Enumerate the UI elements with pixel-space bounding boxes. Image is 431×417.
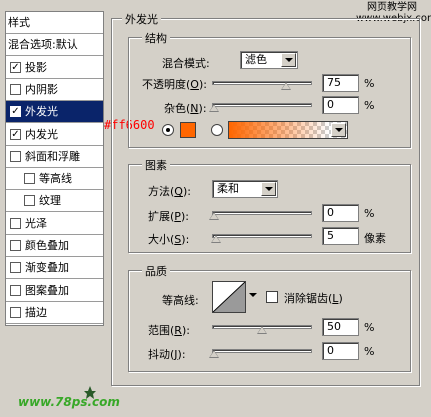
style-list-item-label: 图案叠加: [25, 283, 69, 297]
antialias-checkbox[interactable]: [266, 291, 278, 303]
style-list-item[interactable]: 渐变叠加: [6, 257, 103, 280]
style-list-item-label: 描边: [25, 305, 47, 319]
opacity-slider-track[interactable]: [212, 81, 312, 85]
style-list-item[interactable]: ✓ 投影: [6, 57, 103, 79]
opacity-slider-thumb[interactable]: [281, 82, 291, 90]
style-list-item-label: 纹理: [39, 194, 61, 208]
style-checkbox[interactable]: [24, 195, 35, 207]
jitter-label: 抖动(J):: [148, 348, 186, 361]
style-checkbox[interactable]: [10, 284, 21, 296]
style-list-item-label: 渐变叠加: [25, 261, 69, 275]
style-list-header: 样式: [6, 12, 103, 34]
style-list-item-label: 颜色叠加: [25, 239, 69, 252]
range-slider-thumb[interactable]: [257, 326, 267, 334]
spread-slider-track[interactable]: [212, 211, 312, 215]
style-list-item[interactable]: 斜面和浮雕: [6, 146, 103, 168]
range-unit: %: [364, 321, 375, 334]
style-list: 样式混合选项:默认 ✓ 投影内阴影 ✓ 外发光 ✓ 内发光斜面和浮雕等高线纹理光泽颜色叠加渐…: [5, 11, 104, 326]
style-list-item-label: 内发光: [25, 127, 58, 141]
noise-slider-thumb[interactable]: [209, 104, 219, 112]
contour-label: 等高线:: [162, 294, 199, 307]
noise-slider-track[interactable]: [212, 103, 312, 107]
gradient-radio[interactable]: [211, 124, 223, 136]
blend-mode-select[interactable]: 滤色: [240, 51, 298, 69]
range-input[interactable]: 50: [322, 318, 359, 336]
spread-input[interactable]: 0: [322, 204, 359, 222]
blend-mode-label: 混合模式:: [162, 57, 210, 70]
style-checkbox[interactable]: [10, 306, 21, 318]
style-list-item[interactable]: 光泽: [6, 213, 103, 235]
noise-input[interactable]: 0: [322, 96, 359, 114]
style-checkbox[interactable]: [10, 83, 21, 95]
linear-contour-icon: [212, 281, 246, 313]
style-list-item-label: 外发光: [25, 105, 58, 119]
style-checkbox[interactable]: [10, 217, 21, 229]
noise-unit: %: [364, 99, 375, 112]
style-list-item[interactable]: 混合选项:默认: [6, 34, 103, 57]
size-slider-thumb[interactable]: [210, 235, 221, 243]
style-list-item-label: 光泽: [25, 216, 47, 230]
style-list-item-label: 内阴影: [25, 82, 58, 96]
opacity-unit: %: [364, 77, 375, 90]
style-list-item[interactable]: 等高线: [6, 168, 103, 191]
size-label: 大小(S):: [148, 233, 190, 246]
outer-glow-title: 外发光: [122, 11, 161, 27]
opacity-label: 不透明度(O):: [142, 78, 207, 91]
style-list-item-label: 等高线: [39, 172, 72, 186]
style-list-header-label: 样式: [8, 16, 30, 29]
jitter-input[interactable]: 0: [322, 342, 359, 360]
style-list-item[interactable]: ✓ 内发光: [6, 124, 103, 146]
spread-slider-thumb[interactable]: [209, 212, 219, 220]
style-list-item[interactable]: ✓ 外发光: [6, 101, 103, 124]
style-checkbox[interactable]: ✓: [10, 106, 21, 118]
glow-color-swatch[interactable]: [180, 122, 196, 138]
spread-unit: %: [364, 207, 375, 220]
antialias-label: 消除锯齿(L): [284, 292, 343, 305]
size-slider-track[interactable]: [212, 234, 312, 238]
style-checkbox[interactable]: ✓: [10, 61, 21, 73]
chevron-down-icon[interactable]: [331, 123, 346, 137]
style-checkbox[interactable]: [10, 262, 21, 274]
jitter-unit: %: [364, 345, 375, 358]
style-checkbox[interactable]: [24, 173, 35, 185]
style-list-item[interactable]: 内阴影: [6, 79, 103, 101]
style-checkbox[interactable]: [10, 150, 21, 162]
style-list-item[interactable]: 图案叠加: [6, 280, 103, 302]
range-label: 范围(R):: [148, 324, 190, 337]
elements-title: 图素: [142, 157, 170, 173]
solid-color-radio[interactable]: [162, 124, 174, 136]
noise-label: 杂色(N):: [164, 102, 207, 115]
blend-mode-value: 滤色: [245, 53, 267, 66]
style-list-item-label: 投影: [25, 60, 47, 74]
style-list-item[interactable]: 描边: [6, 302, 103, 324]
chevron-down-icon[interactable]: [261, 182, 276, 196]
contour-preview[interactable]: [212, 281, 246, 313]
chevron-down-icon: [249, 293, 257, 297]
quality-title: 品质: [142, 263, 170, 279]
style-list-item-label: 斜面和浮雕: [25, 149, 80, 163]
structure-title: 结构: [142, 30, 170, 46]
jitter-slider-track[interactable]: [212, 349, 312, 353]
opacity-input[interactable]: 75: [322, 74, 359, 92]
style-list-item[interactable]: 颜色叠加: [6, 235, 103, 257]
style-checkbox[interactable]: ✓: [10, 128, 21, 140]
footer-watermark: www.78ps.com: [6, 386, 126, 412]
glow-gradient-picker[interactable]: [228, 121, 348, 139]
chevron-down-icon[interactable]: [281, 53, 296, 67]
size-unit: 像素: [364, 232, 386, 245]
spread-label: 扩展(P):: [148, 210, 189, 223]
style-list-item-label: 混合选项:默认: [8, 38, 78, 52]
size-input[interactable]: 5: [322, 227, 359, 245]
style-list-item[interactable]: 纹理: [6, 190, 103, 213]
method-select[interactable]: 柔和: [212, 180, 278, 198]
method-value: 柔和: [217, 182, 239, 195]
method-label: 方法(Q):: [148, 185, 191, 198]
contour-dropdown[interactable]: [248, 290, 260, 300]
style-checkbox[interactable]: [10, 240, 21, 251]
jitter-slider-thumb[interactable]: [209, 350, 219, 358]
